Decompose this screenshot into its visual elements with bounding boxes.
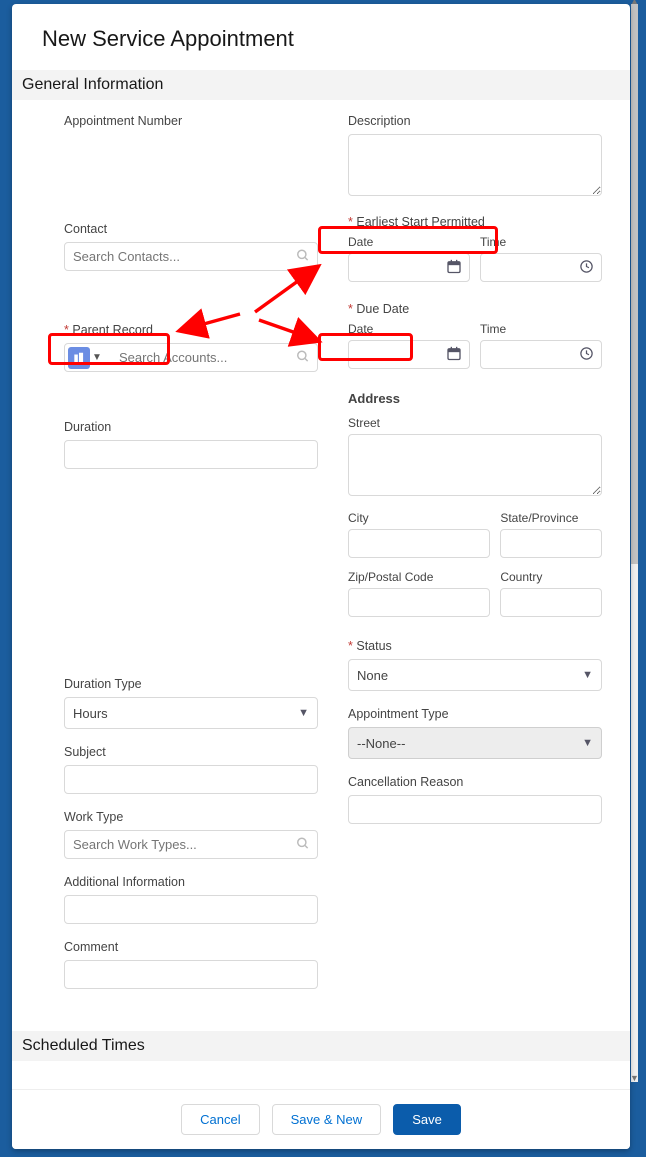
street-textarea[interactable] <box>348 434 602 496</box>
additional-information-label: Additional Information <box>64 875 318 889</box>
subject-label: Subject <box>64 745 318 759</box>
city-label: City <box>348 511 490 525</box>
object-selector[interactable]: ▼ <box>68 347 102 369</box>
section-general-information: General Information <box>12 70 630 100</box>
due-time-input[interactable] <box>480 340 602 369</box>
earliest-date-input[interactable] <box>348 253 470 282</box>
duration-type-value: Hours <box>73 706 108 721</box>
contact-lookup-input[interactable] <box>64 242 318 271</box>
parent-record-label: * Parent Record <box>64 323 318 337</box>
address-label: Address <box>348 391 602 406</box>
appointment-number-label: Appointment Number <box>64 114 318 128</box>
search-icon <box>296 349 310 366</box>
comment-input[interactable] <box>64 960 318 989</box>
status-label: * Status <box>348 639 602 653</box>
work-type-label: Work Type <box>64 810 318 824</box>
zip-input[interactable] <box>348 588 490 617</box>
cancellation-reason-label: Cancellation Reason <box>348 775 602 789</box>
comment-label: Comment <box>64 940 318 954</box>
subject-input[interactable] <box>64 765 318 794</box>
additional-information-input[interactable] <box>64 895 318 924</box>
time-sublabel: Time <box>480 322 602 336</box>
chevron-down-icon: ▼ <box>582 669 593 681</box>
chevron-down-icon: ▼ <box>298 707 309 719</box>
city-input[interactable] <box>348 529 490 558</box>
page-title: New Service Appointment <box>42 26 602 52</box>
cancel-button[interactable]: Cancel <box>181 1104 259 1135</box>
state-label: State/Province <box>500 511 602 525</box>
state-input[interactable] <box>500 529 602 558</box>
appointment-type-select[interactable]: --None-- ▼ <box>348 727 602 759</box>
earliest-start-permitted-label: * Earliest Start Permitted <box>348 215 602 229</box>
due-date-input[interactable] <box>348 340 470 369</box>
duration-type-select[interactable]: Hours ▼ <box>64 697 318 729</box>
due-date-label: * Due Date <box>348 302 602 316</box>
country-label: Country <box>500 570 602 584</box>
scroll-up-arrow-icon[interactable]: ▲ <box>630 0 639 6</box>
appointment-type-value: --None-- <box>357 736 405 751</box>
status-value: None <box>357 668 388 683</box>
cancellation-reason-input[interactable] <box>348 795 602 824</box>
description-label: Description <box>348 114 602 128</box>
chevron-down-icon: ▼ <box>92 352 102 363</box>
search-icon <box>296 248 310 265</box>
duration-type-label: Duration Type <box>64 677 318 691</box>
save-button[interactable]: Save <box>393 1104 461 1135</box>
earliest-time-input[interactable] <box>480 253 602 282</box>
scrollbar-track <box>631 4 638 1082</box>
work-type-lookup-input[interactable] <box>64 830 318 859</box>
section-scheduled-times: Scheduled Times <box>12 1031 630 1061</box>
description-textarea[interactable] <box>348 134 602 196</box>
appointment-type-label: Appointment Type <box>348 707 602 721</box>
chevron-down-icon: ▼ <box>582 737 593 749</box>
search-icon <box>296 836 310 853</box>
zip-label: Zip/Postal Code <box>348 570 490 584</box>
new-service-appointment-modal: New Service Appointment General Informat… <box>12 4 630 1149</box>
country-input[interactable] <box>500 588 602 617</box>
time-sublabel: Time <box>480 235 602 249</box>
save-and-new-button[interactable]: Save & New <box>272 1104 382 1135</box>
duration-label: Duration <box>64 420 318 434</box>
street-label: Street <box>348 416 602 430</box>
parent-record-lookup-input[interactable] <box>64 343 318 372</box>
contact-label: Contact <box>64 222 318 236</box>
scroll-down-arrow-icon[interactable]: ▼ <box>630 1074 639 1083</box>
scrollbar-thumb[interactable] <box>631 4 638 564</box>
account-icon <box>68 347 90 369</box>
date-sublabel: Date <box>348 235 470 249</box>
status-select[interactable]: None ▼ <box>348 659 602 691</box>
duration-input[interactable] <box>64 440 318 469</box>
date-sublabel: Date <box>348 322 470 336</box>
